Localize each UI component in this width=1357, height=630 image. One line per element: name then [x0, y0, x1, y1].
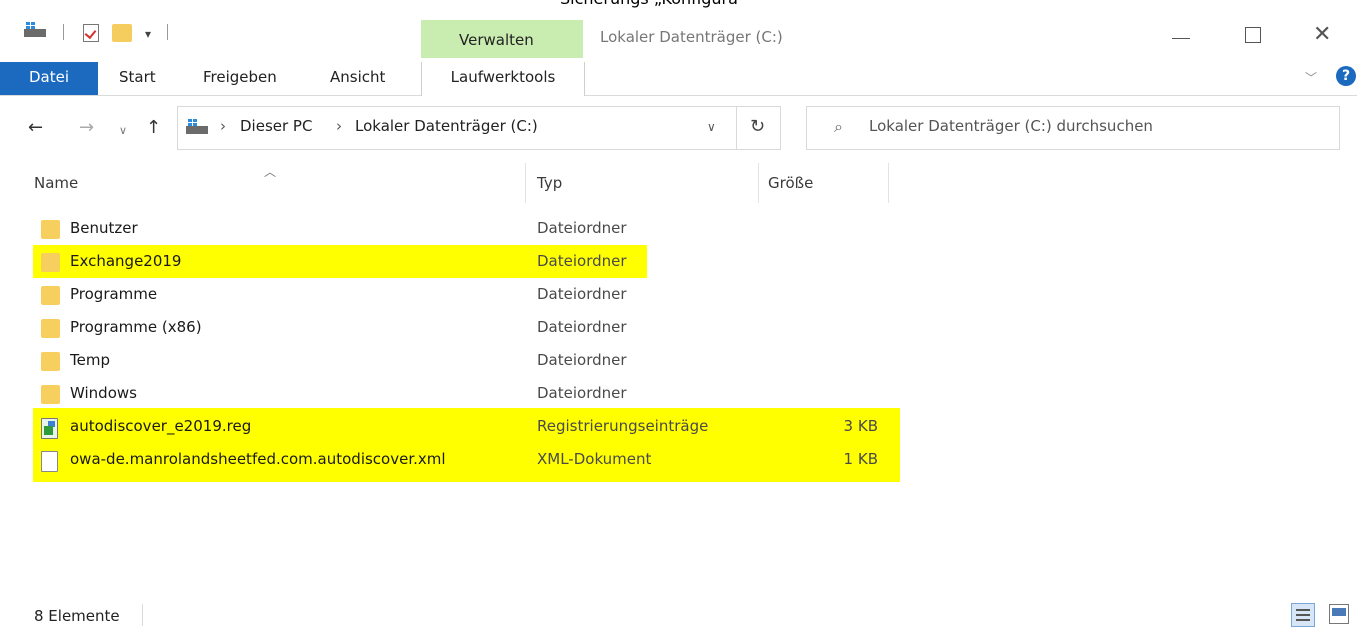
- qat-separator: [167, 24, 168, 40]
- file-name: Programme: [70, 285, 158, 303]
- file-name: Windows: [70, 384, 137, 402]
- file-type: Dateiordner: [537, 318, 627, 336]
- tab-ansicht[interactable]: Ansicht: [330, 62, 385, 95]
- ribbon-expand-chevron-icon[interactable]: ﹀: [1305, 69, 1317, 86]
- column-divider[interactable]: [888, 163, 889, 203]
- search-icon: ⌕: [834, 117, 843, 136]
- tab-freigeben[interactable]: Freigeben: [203, 62, 277, 95]
- file-row[interactable]: Programme Dateiordner: [0, 278, 1357, 311]
- status-item-count: 8 Elemente: [34, 607, 120, 625]
- address-dropdown-icon[interactable]: ∨: [707, 120, 716, 134]
- file-row[interactable]: Windows Dateiordner: [0, 377, 1357, 410]
- window-title: Lokaler Datenträger (C:): [600, 28, 783, 46]
- column-header-name[interactable]: Name: [34, 174, 78, 192]
- column-header-type[interactable]: Typ: [537, 174, 562, 192]
- maximize-button[interactable]: [1245, 27, 1261, 43]
- file-name: autodiscover_e2019.reg: [70, 417, 252, 435]
- file-name: Temp: [70, 351, 110, 369]
- breadcrumb-dieser-pc[interactable]: Dieser PC: [240, 117, 312, 135]
- file-size: 1 KB: [843, 450, 878, 468]
- file-name: Benutzer: [70, 219, 138, 237]
- file-type: Dateiordner: [537, 351, 627, 369]
- drive-icon: [24, 22, 46, 37]
- file-row[interactable]: Benutzer Dateiordner: [0, 212, 1357, 245]
- file-type: Dateiordner: [537, 252, 627, 270]
- folder-icon: [41, 286, 60, 305]
- file-type: XML-Dokument: [537, 450, 652, 468]
- contextual-tab-group: Verwalten: [421, 20, 583, 58]
- column-header-size[interactable]: Größe: [768, 174, 813, 192]
- ribbon-tabs: Datei Start Freigeben Ansicht Laufwerkto…: [0, 62, 1357, 96]
- folder-icon: [41, 220, 60, 239]
- back-arrow-icon[interactable]: ←: [28, 117, 43, 138]
- file-type: Dateiordner: [537, 219, 627, 237]
- tab-start[interactable]: Start: [119, 62, 156, 95]
- file-row[interactable]: Exchange2019 Dateiordner: [0, 245, 1357, 278]
- status-separator: [142, 604, 143, 626]
- file-name: Exchange2019: [70, 252, 182, 270]
- forward-arrow-icon[interactable]: →: [79, 117, 94, 138]
- file-row[interactable]: owa-de.manrolandsheetfed.com.autodiscove…: [0, 443, 1357, 476]
- folder-icon: [41, 253, 60, 272]
- details-view-icon[interactable]: [1291, 603, 1315, 627]
- folder-icon: [41, 352, 60, 371]
- file-name: Programme (x86): [70, 318, 202, 336]
- minimize-button[interactable]: [1172, 38, 1190, 39]
- properties-icon[interactable]: [83, 24, 99, 42]
- file-name: owa-de.manrolandsheetfed.com.autodiscove…: [70, 450, 446, 468]
- file-row[interactable]: autodiscover_e2019.reg Registrierungseint…: [0, 410, 1357, 443]
- file-type: Dateiordner: [537, 285, 627, 303]
- refresh-button[interactable]: ↻: [736, 106, 781, 150]
- search-input[interactable]: Lokaler Datenträger (C:) durchsuchen: [869, 117, 1153, 135]
- sort-ascending-icon: ︿: [264, 165, 277, 179]
- qat-customize-icon[interactable]: ▾: [145, 27, 151, 41]
- tab-laufwerktools[interactable]: Laufwerktools: [421, 62, 585, 96]
- folder-icon: [41, 385, 60, 404]
- file-row[interactable]: Temp Dateiordner: [0, 344, 1357, 377]
- column-divider[interactable]: [758, 163, 759, 203]
- file-row[interactable]: Programme (x86) Dateiordner: [0, 311, 1357, 344]
- file-type: Registrierungseinträge: [537, 417, 709, 435]
- large-icons-view-icon[interactable]: [1329, 604, 1349, 624]
- column-divider[interactable]: [525, 163, 526, 203]
- file-type: Dateiordner: [537, 384, 627, 402]
- top-clipped-text: Sicherungs „Konfigura”: [560, 0, 1000, 8]
- refresh-icon: ↻: [750, 116, 766, 137]
- tab-datei[interactable]: Datei: [0, 62, 98, 95]
- breadcrumb-chevron-icon[interactable]: ›: [220, 117, 226, 135]
- close-button[interactable]: ✕: [1313, 22, 1331, 47]
- xml-file-icon: [41, 451, 58, 472]
- registry-file-icon: [41, 418, 58, 439]
- breadcrumb-drive[interactable]: Lokaler Datenträger (C:): [355, 117, 538, 135]
- up-arrow-icon[interactable]: ↑: [146, 117, 161, 138]
- title-bar: Sicherungs „Konfigura” ▾ Verwalten Lokal…: [0, 0, 1357, 62]
- help-icon[interactable]: ?: [1336, 66, 1356, 86]
- drive-icon: [186, 119, 208, 134]
- breadcrumb-chevron-icon[interactable]: ›: [336, 117, 342, 135]
- file-size: 3 KB: [843, 417, 878, 435]
- recent-locations-chevron-icon[interactable]: ∨: [119, 124, 127, 137]
- qat-separator: [63, 24, 64, 40]
- new-folder-icon[interactable]: [112, 24, 132, 42]
- folder-icon: [41, 319, 60, 338]
